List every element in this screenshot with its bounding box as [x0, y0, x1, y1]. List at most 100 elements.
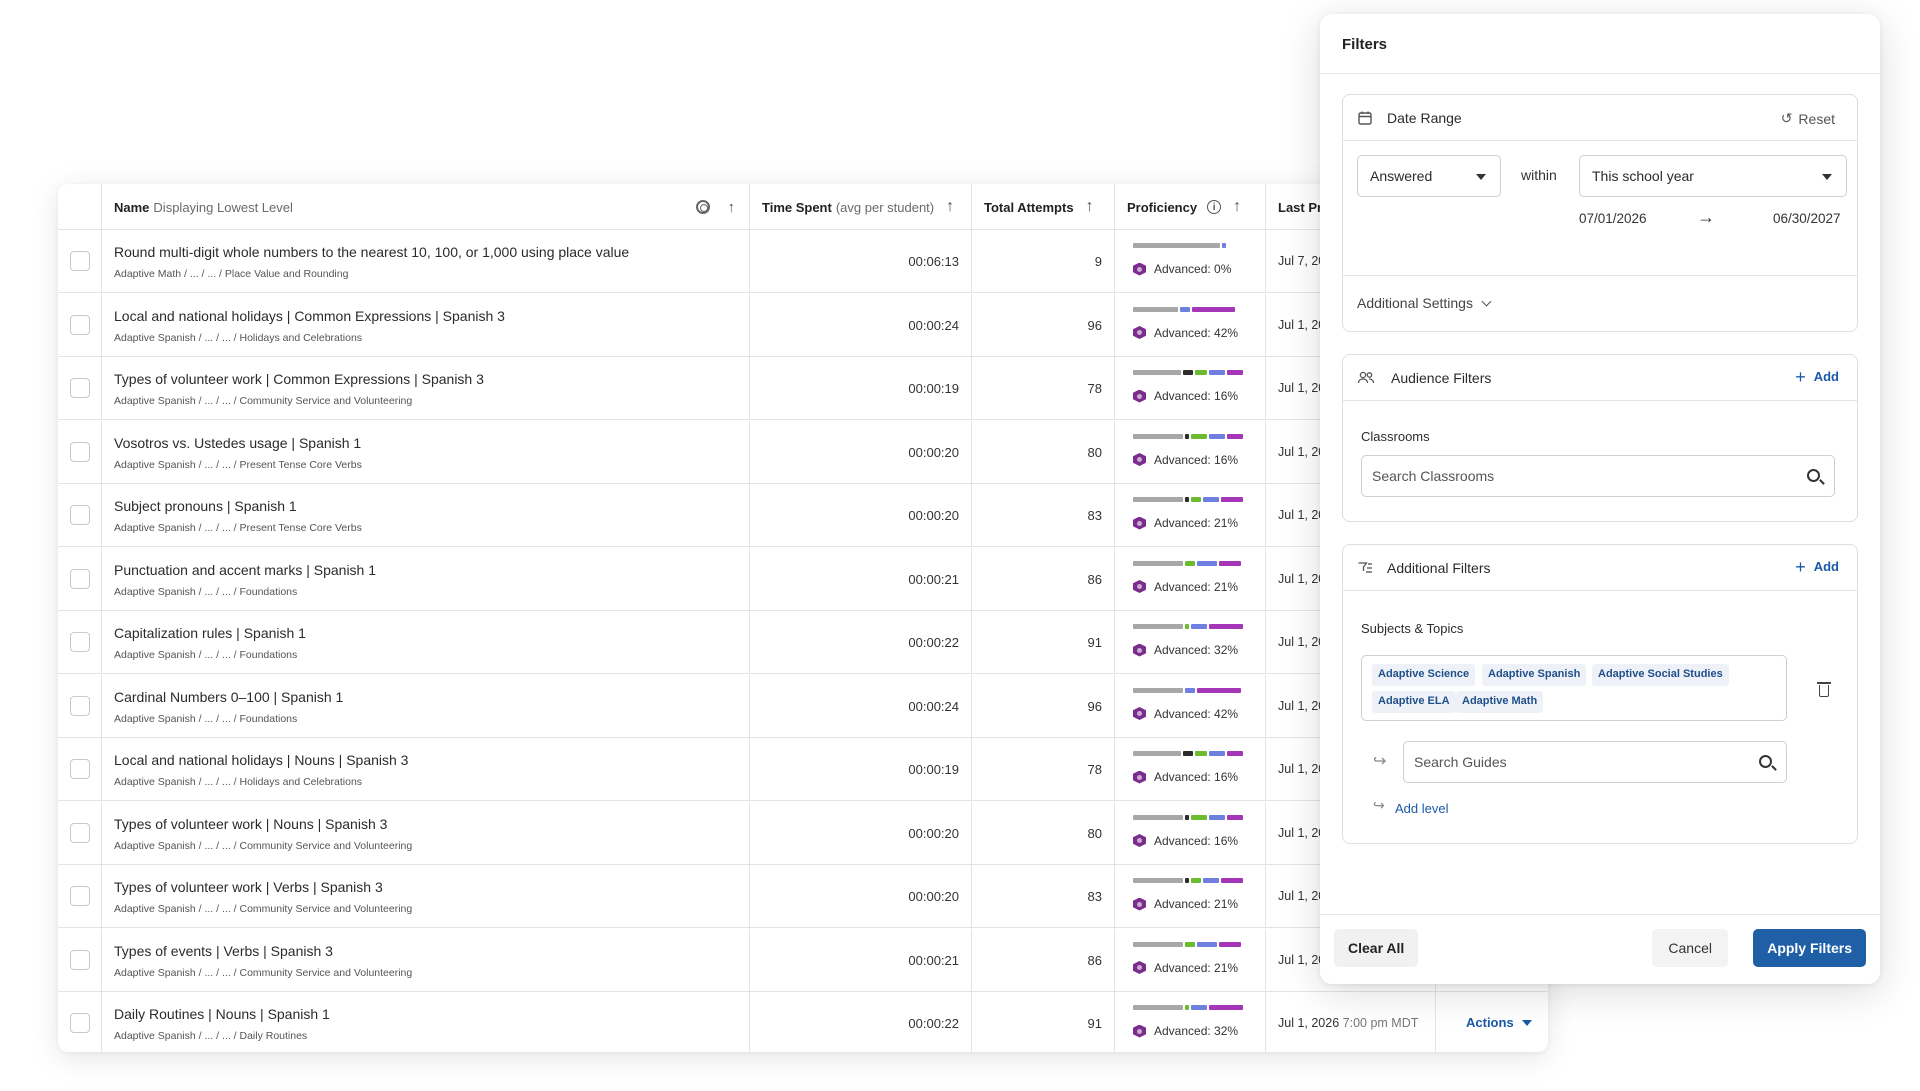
proficiency-segment — [1183, 370, 1193, 375]
row-checkbox[interactable] — [70, 251, 90, 271]
proficiency-segment — [1191, 624, 1207, 629]
chip-adaptive-math[interactable]: Adaptive Math — [1456, 691, 1544, 713]
row-name-cell[interactable]: Cardinal Numbers 0–100 | Spanish 1 Adapti… — [102, 674, 750, 738]
row-title[interactable]: Local and national holidays | Common Exp… — [114, 308, 505, 324]
proficiency-segment — [1185, 878, 1189, 883]
row-checkbox[interactable] — [70, 441, 90, 462]
row-name-cell[interactable]: Local and national holidays | Nouns | Sp… — [102, 738, 750, 801]
proficiency-segment — [1209, 624, 1243, 629]
cancel-button[interactable]: Cancel — [1652, 929, 1728, 967]
search-icon[interactable] — [1807, 469, 1820, 482]
total-attempts-value: 91 — [1087, 635, 1102, 650]
row-title[interactable]: Vosotros vs. Ustedes usage | Spanish 1 — [114, 435, 361, 451]
row-name-cell[interactable]: Types of volunteer work | Nouns | Spanis… — [102, 801, 750, 865]
date-range-section: Date Range ↺ Reset Answered within This … — [1342, 94, 1858, 332]
row-checkbox-cell — [58, 674, 102, 738]
search-icon[interactable] — [1759, 755, 1772, 768]
last-practiced-date: Jul 1, 20 — [1278, 698, 1326, 713]
row-name-cell[interactable]: Punctuation and accent marks | Spanish 1… — [102, 547, 750, 611]
row-name-cell[interactable]: Vosotros vs. Ustedes usage | Spanish 1 Ad… — [102, 420, 750, 484]
row-checkbox[interactable] — [70, 886, 90, 906]
row-checkbox[interactable] — [70, 632, 90, 652]
row-name-cell[interactable]: Capitalization rules | Spanish 1 Adaptive… — [102, 611, 750, 674]
row-checkbox-cell — [58, 420, 102, 484]
add-audience-filter-button[interactable]: + Add — [1795, 368, 1839, 386]
row-title[interactable]: Types of events | Verbs | Spanish 3 — [114, 943, 333, 959]
row-name-cell[interactable]: Types of events | Verbs | Spanish 3 Adapt… — [102, 928, 750, 992]
row-title[interactable]: Types of volunteer work | Common Express… — [114, 371, 484, 387]
row-title[interactable]: Capitalization rules | Spanish 1 — [114, 625, 306, 641]
row-proficiency-cell: Advanced: 16% — [1115, 357, 1266, 420]
column-total-attempts[interactable]: Total Attempts ↑ — [972, 184, 1115, 230]
row-attempts-cell: 78 — [972, 357, 1115, 420]
row-checkbox[interactable] — [70, 822, 90, 843]
row-attempts-cell: 80 — [972, 801, 1115, 865]
end-date[interactable]: 06/30/2027 — [1773, 211, 1841, 226]
row-title[interactable]: Types of volunteer work | Nouns | Spanis… — [114, 816, 387, 832]
sort-up-icon[interactable]: ↑ — [728, 199, 736, 216]
proficiency-segment — [1133, 751, 1181, 756]
row-attempts-cell: 9 — [972, 230, 1115, 293]
row-checkbox[interactable] — [70, 314, 90, 335]
row-name-cell[interactable]: Daily Routines | Nouns | Spanish 1 Adapti… — [102, 992, 750, 1052]
row-attempts-cell: 91 — [972, 611, 1115, 674]
row-checkbox[interactable] — [70, 1013, 90, 1033]
row-title[interactable]: Cardinal Numbers 0–100 | Spanish 1 — [114, 689, 343, 705]
advanced-hexagon-icon — [1133, 897, 1146, 911]
row-name-cell[interactable]: Types of volunteer work | Common Express… — [102, 357, 750, 420]
proficiency-label: Advanced: 16% — [1133, 453, 1238, 467]
search-classrooms-field[interactable] — [1361, 455, 1835, 497]
add-additional-filter-button[interactable]: + Add — [1795, 558, 1839, 576]
row-title[interactable]: Types of volunteer work | Verbs | Spanis… — [114, 879, 383, 895]
info-icon[interactable]: i — [1207, 200, 1222, 214]
column-time-spent[interactable]: Time Spent (avg per student) ↑ — [750, 184, 972, 230]
row-checkbox[interactable] — [70, 949, 90, 970]
column-name[interactable]: Name Displaying Lowest Level ↑ — [102, 184, 750, 230]
reset-button[interactable]: ↺ Reset — [1781, 110, 1835, 127]
row-name-cell[interactable]: Local and national holidays | Common Exp… — [102, 293, 750, 357]
subjects-chip-field[interactable]: Adaptive Science Adaptive Spanish Adapti… — [1361, 655, 1787, 721]
row-title[interactable]: Subject pronouns | Spanish 1 — [114, 498, 297, 514]
search-classrooms-input[interactable] — [1362, 456, 1834, 496]
gear-icon[interactable] — [695, 200, 710, 214]
search-guides-field[interactable] — [1403, 741, 1787, 783]
additional-settings-toggle[interactable]: Additional Settings — [1357, 295, 1492, 311]
search-guides-input[interactable] — [1404, 742, 1786, 782]
actions-button[interactable]: Actions — [1466, 1015, 1532, 1030]
row-title[interactable]: Round multi-digit whole numbers to the n… — [114, 244, 629, 260]
row-title[interactable]: Local and national holidays | Nouns | Sp… — [114, 752, 408, 768]
column-proficiency[interactable]: Proficiency i ↑ — [1115, 184, 1266, 230]
table-row[interactable]: Daily Routines | Nouns | Spanish 1 Adapti… — [58, 992, 1548, 1052]
row-checkbox[interactable] — [70, 378, 90, 398]
sort-up-icon[interactable]: ↑ — [1233, 198, 1241, 216]
add-level-link[interactable]: Add level — [1395, 801, 1448, 816]
proficiency-label: Advanced: 21% — [1133, 580, 1238, 594]
row-time-cell: 00:00:20 — [750, 865, 972, 928]
row-name-cell[interactable]: Subject pronouns | Spanish 1 Adaptive Spa… — [102, 484, 750, 547]
proficiency-segment — [1209, 751, 1225, 756]
row-title[interactable]: Daily Routines | Nouns | Spanish 1 — [114, 1006, 330, 1022]
row-name-cell[interactable]: Types of volunteer work | Verbs | Spanis… — [102, 865, 750, 928]
sort-up-icon[interactable]: ↑ — [1086, 198, 1094, 216]
chip-adaptive-science[interactable]: Adaptive Science — [1372, 664, 1476, 686]
row-checkbox[interactable] — [70, 568, 90, 589]
chip-adaptive-ela[interactable]: Adaptive ELA — [1372, 691, 1456, 713]
row-checkbox[interactable] — [70, 759, 90, 779]
row-path: Adaptive Spanish / ... / ... / Foundatio… — [114, 712, 298, 725]
row-checkbox[interactable] — [70, 505, 90, 525]
sort-up-icon[interactable]: ↑ — [946, 198, 954, 216]
row-name-cell[interactable]: Round multi-digit whole numbers to the n… — [102, 230, 750, 293]
chip-adaptive-social-studies[interactable]: Adaptive Social Studies — [1592, 664, 1729, 686]
period-select[interactable]: This school year — [1579, 155, 1847, 197]
row-time-cell: 00:06:13 — [750, 230, 972, 293]
row-title[interactable]: Punctuation and accent marks | Spanish 1 — [114, 562, 376, 578]
trash-icon[interactable] — [1817, 682, 1831, 697]
proficiency-segment — [1197, 687, 1241, 693]
answered-select[interactable]: Answered — [1357, 155, 1501, 197]
apply-filters-button[interactable]: Apply Filters — [1753, 929, 1866, 967]
start-date[interactable]: 07/01/2026 — [1579, 211, 1647, 226]
chip-adaptive-spanish[interactable]: Adaptive Spanish — [1482, 664, 1587, 686]
clear-all-button[interactable]: Clear All — [1334, 929, 1419, 967]
row-checkbox[interactable] — [70, 695, 90, 716]
proficiency-bar — [1133, 624, 1247, 629]
